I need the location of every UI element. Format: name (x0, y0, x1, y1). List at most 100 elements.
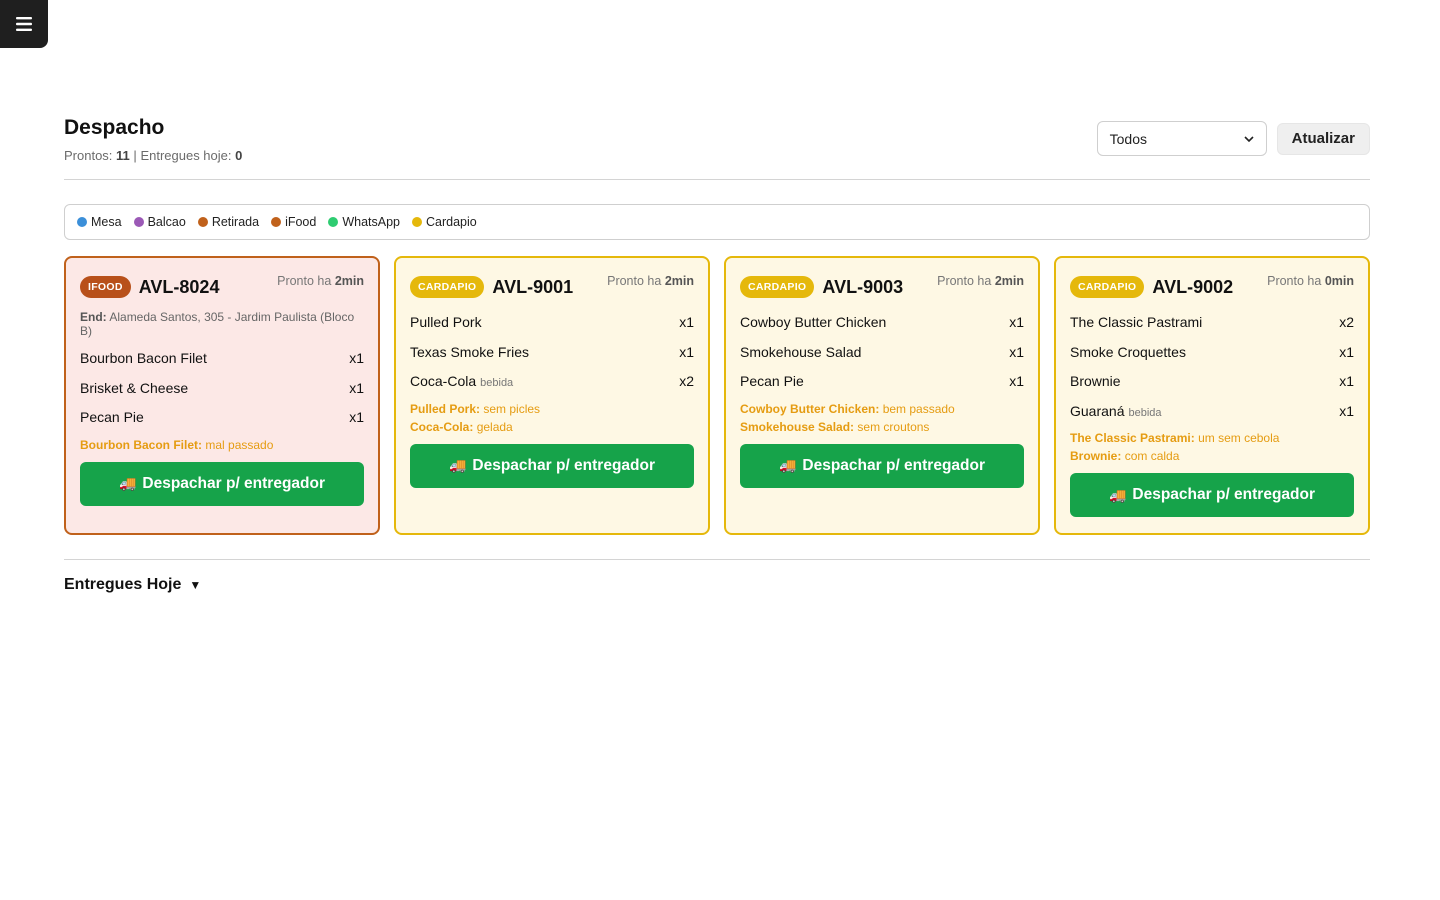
item-name-wrap: Pecan Pie (80, 403, 144, 433)
truck-icon: 🚚 (448, 457, 467, 473)
ready-time: Pronto ha 0min (1267, 274, 1354, 288)
order-item: Smokehouse Salad x1 (740, 338, 1024, 368)
order-card: CARDAPIO AVL-9002 Pronto ha 0min The Classi… (1054, 256, 1370, 535)
legend-label: Mesa (91, 215, 122, 229)
truck-icon: 🚚 (118, 475, 137, 491)
ready-count: 11 (116, 148, 130, 163)
dispatch-label: Despachar p/ entregador (472, 456, 656, 474)
order-item: Coca-Cola bebida x2 (410, 367, 694, 397)
item-quantity: x1 (349, 409, 364, 425)
legend-item: Retirada (197, 215, 260, 229)
page-header: Despacho Prontos: 11 | Entregues hoje: 0… (64, 114, 1370, 180)
item-name-wrap: Brownie (1070, 367, 1121, 397)
item-quantity: x1 (1009, 373, 1024, 389)
ready-time: Pronto ha 2min (937, 274, 1024, 288)
order-note: Smokehouse Salad: sem croutons (740, 418, 1024, 436)
dispatch-button[interactable]: 🚚 Despachar p/ entregador (1070, 473, 1354, 517)
item-name-wrap: Smoke Croquettes (1070, 338, 1186, 368)
note-item: Bourbon Bacon Filet: (80, 437, 202, 452)
item-name: Brisket & Cheese (80, 379, 189, 396)
note-item: Smokehouse Salad: (740, 419, 855, 434)
order-item: Texas Smoke Fries x1 (410, 338, 694, 368)
item-name-wrap: Pulled Pork (410, 308, 482, 338)
item-name: Pecan Pie (80, 409, 144, 425)
ready-prefix: Pronto ha (607, 274, 662, 288)
order-item: The Classic Pastrami x2 (1070, 308, 1354, 338)
order-note: Bourbon Bacon Filet: mal passado (80, 436, 364, 454)
legend-label: Balcao (147, 215, 186, 229)
dispatch-button[interactable]: 🚚 Despachar p/ entregador (80, 461, 364, 506)
note-item: Cowboy Butter Chicken: (740, 401, 880, 416)
header-actions: Todos Atualizar (1096, 121, 1370, 156)
item-quantity: x1 (1009, 314, 1024, 330)
ready-prefix: Pronto ha (1267, 274, 1322, 288)
channel-badge: CARDAPIO (1070, 276, 1145, 298)
item-name-wrap: Pecan Pie (740, 367, 804, 397)
item-name-wrap: Brisket & Cheese (80, 374, 188, 404)
ready-prefix: Pronto ha (937, 274, 992, 288)
dispatch-button[interactable]: 🚚 Despachar p/ entregador (410, 443, 694, 488)
item-quantity: x1 (349, 379, 364, 396)
order-item: Pecan Pie x1 (740, 367, 1024, 397)
delivered-today-toggle[interactable]: Entregues Hoje ▼ (64, 576, 201, 594)
menu-button[interactable] (0, 0, 48, 48)
note-item: Pulled Pork: (410, 401, 481, 416)
legend-item: iFood (271, 215, 316, 229)
ready-time: Pronto ha 2min (607, 274, 694, 288)
legend-dot-icon (77, 217, 87, 227)
refresh-button[interactable]: Atualizar (1276, 122, 1370, 155)
order-item: Pecan Pie x1 (80, 403, 364, 433)
note-text: com calda (1124, 449, 1180, 463)
item-name: Smokehouse Salad (740, 343, 862, 360)
order-item: Brownie x1 (1070, 367, 1354, 397)
channel-badge: CARDAPIO (410, 276, 485, 298)
order-note: Coca-Cola: gelada (410, 418, 694, 436)
header-left: Despacho Prontos: 11 | Entregues hoje: 0 (64, 114, 242, 163)
item-quantity: x1 (679, 343, 694, 360)
note-item: Coca-Cola: (410, 419, 474, 434)
order-notes: The Classic Pastrami: um sem cebola Brown… (1070, 429, 1354, 465)
dispatch-button[interactable]: 🚚 Despachar p/ entregador (740, 443, 1024, 488)
note-item: The Classic Pastrami: (1070, 431, 1195, 445)
channel-filter-select[interactable]: Todos (1096, 121, 1267, 156)
truck-icon: 🚚 (778, 457, 797, 473)
item-name-wrap: Bourbon Bacon Filet (80, 344, 207, 374)
item-name: Pecan Pie (740, 373, 804, 389)
item-name-wrap: Cowboy Butter Chicken (740, 308, 886, 338)
stats-separator: | (133, 148, 137, 163)
order-item: Guaraná bebida x1 (1070, 397, 1354, 427)
legend-item: Mesa (77, 215, 122, 229)
dispatch-label: Despachar p/ entregador (142, 474, 326, 492)
item-quantity: x1 (1339, 343, 1354, 360)
order-note: The Classic Pastrami: um sem cebola (1070, 429, 1354, 447)
legend-dot-icon (412, 217, 423, 227)
dispatch-label: Despachar p/ entregador (1132, 486, 1316, 503)
order-id: AVL-9003 (822, 276, 904, 297)
ready-time: Pronto ha 2min (277, 274, 364, 288)
item-quantity: x2 (1339, 314, 1354, 330)
hamburger-icon (16, 17, 32, 31)
order-item: Brisket & Cheese x1 (80, 374, 364, 404)
ready-duration: 0min (1324, 274, 1354, 288)
legend-label: iFood (285, 215, 317, 229)
legend-dot-icon (328, 217, 339, 227)
delivered-count: 0 (235, 148, 243, 163)
order-id: AVL-9002 (1152, 276, 1234, 297)
note-text: sem picles (483, 401, 541, 416)
ready-prefix: Pronto ha (277, 274, 332, 288)
order-card-header: CARDAPIO AVL-9002 Pronto ha 0min (1070, 272, 1354, 302)
order-notes: Pulled Pork: sem picles Coca-Cola: gelada (410, 400, 694, 436)
item-name-wrap: Smokehouse Salad (740, 338, 861, 368)
dispatch-page: Despacho Prontos: 11 | Entregues hoje: 0… (64, 114, 1370, 594)
legend-label: Retirada (211, 215, 260, 229)
note-item: Brownie: (1070, 449, 1122, 463)
filter-value: Todos (1109, 130, 1147, 147)
item-name: Bourbon Bacon Filet (80, 350, 207, 366)
order-item: Bourbon Bacon Filet x1 (80, 344, 364, 374)
ready-duration: 2min (994, 274, 1024, 288)
section-divider (64, 559, 1370, 560)
delivery-address: End: Alameda Santos, 305 - Jardim Paulis… (80, 310, 364, 338)
order-note: Brownie: com calda (1070, 447, 1354, 465)
item-category: bebida (480, 377, 514, 389)
note-text: gelada (476, 419, 513, 434)
